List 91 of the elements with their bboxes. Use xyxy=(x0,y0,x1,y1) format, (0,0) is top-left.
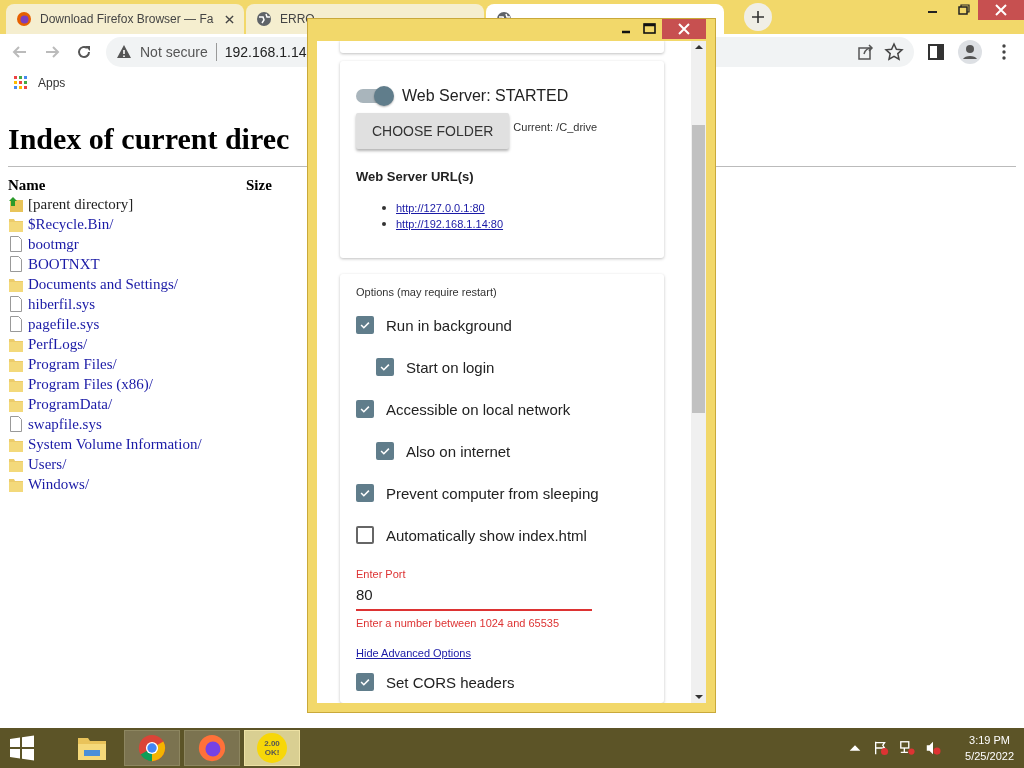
file-link[interactable]: Windows/ xyxy=(28,475,90,493)
security-label: Not secure xyxy=(140,44,208,60)
globe-icon xyxy=(256,11,272,27)
close-icon[interactable] xyxy=(978,0,1024,20)
url-text: 192.168.1.14 xyxy=(224,44,307,60)
section-heading: Web Server URL(s) xyxy=(356,169,475,184)
file-link[interactable]: ProgramData/ xyxy=(28,395,113,413)
option-label: Prevent computer from sleeping xyxy=(386,484,599,502)
file-icon xyxy=(8,236,24,252)
close-tab-icon[interactable] xyxy=(225,14,234,24)
side-panel-icon[interactable] xyxy=(926,42,946,62)
file-link[interactable]: Program Files/ xyxy=(28,355,117,373)
folder-icon xyxy=(8,376,24,392)
url-link[interactable]: http://192.168.1.14:80 xyxy=(396,218,504,230)
file-link[interactable]: Users/ xyxy=(28,455,67,473)
folder-icon xyxy=(8,436,24,452)
checkbox[interactable] xyxy=(356,526,374,544)
checkbox[interactable] xyxy=(376,358,394,376)
share-icon[interactable] xyxy=(856,42,876,62)
checkbox[interactable] xyxy=(376,442,394,460)
file-icon xyxy=(8,256,24,272)
clock-time: 3:19 PM xyxy=(969,733,1010,748)
plus-icon xyxy=(750,9,766,25)
current-folder: Current: /C_drive xyxy=(513,121,598,133)
folder-icon xyxy=(8,356,24,372)
field-label: Enter Port xyxy=(356,568,407,580)
new-tab-button[interactable] xyxy=(744,3,772,31)
file-link[interactable]: [parent directory] xyxy=(28,195,134,213)
taskbar-button[interactable]: 2.00 OK! xyxy=(244,730,300,766)
file-link[interactable]: Program Files (x86)/ xyxy=(28,375,153,393)
checkbox[interactable] xyxy=(356,673,374,691)
column-header: Name xyxy=(8,177,47,194)
star-icon[interactable] xyxy=(884,42,904,62)
advanced-options-link[interactable]: Hide Advanced Options xyxy=(356,647,471,659)
checkbox[interactable] xyxy=(356,316,374,334)
file-link[interactable]: System Volume Information/ xyxy=(28,435,202,453)
file-link[interactable]: pagefile.sys xyxy=(28,315,100,333)
server-status: Web Server: STARTED xyxy=(402,87,569,105)
chrome-icon xyxy=(137,733,167,763)
firefox-icon xyxy=(16,11,32,27)
file-icon xyxy=(8,296,24,312)
folder-icon xyxy=(8,216,24,232)
section-heading: Options (may require restart) xyxy=(356,286,498,298)
app-logo: 2.00 OK! xyxy=(257,733,287,763)
parent-folder-icon xyxy=(8,196,24,212)
option-label: Run in background xyxy=(386,316,512,334)
file-link[interactable]: PerfLogs/ xyxy=(28,335,88,353)
bookmark-item[interactable]: Apps xyxy=(14,76,66,90)
option-label: Also on internet xyxy=(406,442,511,460)
bullet-icon xyxy=(382,222,386,226)
option-label: Set CORS headers xyxy=(386,673,515,691)
option-label: Start on login xyxy=(406,358,495,376)
option-label: Accessible on local network xyxy=(386,400,571,418)
file-link[interactable]: bootmgr xyxy=(28,235,79,253)
error-message: Enter a number between 1024 and 65535 xyxy=(356,617,561,629)
file-link[interactable]: swapfile.sys xyxy=(28,415,102,433)
url-link[interactable]: http://127.0.0.1:80 xyxy=(396,202,485,214)
folder-icon xyxy=(8,336,24,352)
page-heading: Index of current direc xyxy=(8,122,290,156)
option-label: Automatically show index.html xyxy=(386,526,587,544)
choose-folder-button[interactable]: CHOOSE FOLDER xyxy=(356,113,510,149)
toggle-switch[interactable] xyxy=(356,89,392,103)
firefox-icon xyxy=(197,733,227,763)
file-link[interactable]: hiberfil.sys xyxy=(28,295,96,313)
close-icon[interactable] xyxy=(662,19,706,39)
column-header: Size xyxy=(246,177,272,194)
file-link[interactable]: Documents and Settings/ xyxy=(28,275,178,293)
folder-icon xyxy=(8,476,24,492)
speaker-muted-icon[interactable] xyxy=(925,740,942,756)
file-link[interactable]: BOOTNXT xyxy=(28,255,100,273)
folder-icon xyxy=(8,456,24,472)
warning-icon xyxy=(116,44,132,60)
file-icon xyxy=(8,316,24,332)
flag-icon[interactable] xyxy=(873,740,890,756)
file-icon xyxy=(8,416,24,432)
windows-logo-icon[interactable] xyxy=(8,734,36,762)
port-field[interactable]: 80 xyxy=(356,580,592,611)
browser-tab[interactable]: Download Firefox Browser — Fa xyxy=(6,4,244,34)
file-link[interactable]: $Recycle.Bin/ xyxy=(28,215,114,233)
scrollbar[interactable] xyxy=(691,41,706,703)
apps-grid-icon xyxy=(14,76,28,90)
clock-date: 5/25/2022 xyxy=(965,749,1014,764)
folder-icon xyxy=(8,276,24,292)
checkbox[interactable] xyxy=(356,484,374,502)
checkbox[interactable] xyxy=(356,400,374,418)
network-icon[interactable] xyxy=(899,740,916,756)
tab-title: Download Firefox Browser — Fa xyxy=(40,12,215,26)
taskbar-button[interactable] xyxy=(124,730,180,766)
bullet-icon xyxy=(382,206,386,210)
profile-icon[interactable] xyxy=(958,40,982,64)
folder-icon xyxy=(8,396,24,412)
